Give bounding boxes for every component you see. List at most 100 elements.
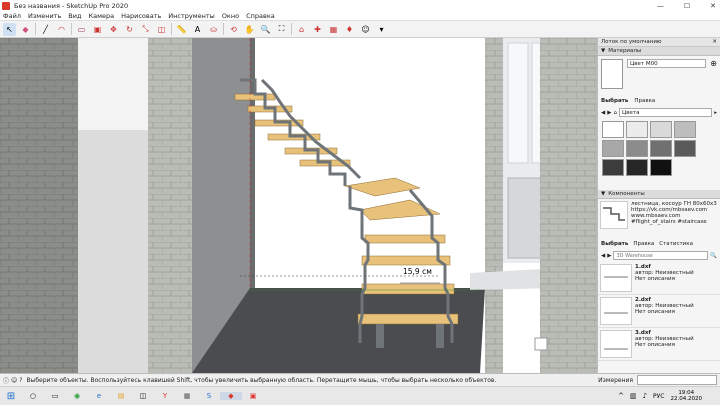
list-item[interactable]: 3.dxf автор: Неизвестный Нет описания (598, 328, 720, 361)
color-swatch[interactable] (650, 140, 672, 157)
window-title: Без названия - SketchUp Pro 2020 (14, 1, 129, 10)
account-icon[interactable]: ☺ (359, 23, 372, 36)
tab-edit-materials[interactable]: Правка (634, 98, 655, 104)
close-button[interactable]: ✕ (710, 2, 716, 10)
user-icon[interactable]: ☺ (11, 377, 17, 384)
clock[interactable]: 19:04 22.04.2020 (671, 390, 703, 402)
menu-view[interactable]: Вид (68, 12, 81, 20)
explorer-icon[interactable]: ▤ (110, 392, 132, 400)
ruby-icon[interactable]: ♦ (343, 23, 356, 36)
pushpull-tool-icon[interactable]: ▣ (91, 23, 104, 36)
modeling-viewport[interactable]: 15,9 см (0, 38, 597, 373)
forward-icon[interactable]: ▶ (607, 110, 611, 116)
measurements-field[interactable] (637, 375, 717, 385)
material-preview-row: Цвет М00 ⊕ (598, 56, 720, 96)
offset-tool-icon[interactable]: ◫ (155, 23, 168, 36)
component-thumb-icon (600, 330, 632, 358)
list-item[interactable]: 1.dxf автор: Неизвестный Нет описания (598, 262, 720, 295)
tab-edit-components[interactable]: Правка (633, 241, 654, 247)
tab-select-materials[interactable]: Выбрать (601, 98, 628, 104)
components-section-header[interactable]: ▼ Компоненты (598, 190, 720, 199)
warehouse-icon[interactable]: ⌂ (295, 23, 308, 36)
menu-window[interactable]: Окно (222, 12, 239, 20)
search-icon[interactable]: 🔍 (710, 253, 717, 259)
color-swatch[interactable] (602, 140, 624, 157)
home-icon[interactable]: ⌂ (613, 110, 617, 116)
windows-start-icon[interactable]: ⊞ (0, 391, 22, 402)
list-item[interactable]: 2.dxf автор: Неизвестный Нет описания (598, 295, 720, 328)
toolbar-separator (223, 23, 224, 35)
color-swatch[interactable] (602, 159, 624, 176)
select-tool-icon[interactable]: ↖ (3, 22, 16, 36)
material-name-field[interactable]: Цвет М00 (627, 59, 707, 68)
menu-help[interactable]: Справка (246, 12, 275, 20)
network-icon[interactable]: ▥ (630, 392, 637, 400)
eraser-tool-icon[interactable]: ◆ (19, 23, 32, 36)
menu-draw[interactable]: Нарисовать (121, 12, 161, 20)
material-category-select[interactable]: Цвета (618, 108, 713, 117)
taskbar: ⊞ ○ ▭ ◉ e ▤ ◫ Y ▦ S ◆ ▣ ^ ▥ ♪ РУС 19:04 … (0, 386, 720, 405)
selected-component: лестница, косоур ГН 80х60х3 https://vk.c… (598, 199, 720, 239)
help-icon[interactable]: ? (19, 377, 22, 384)
details-icon[interactable]: ▸ (714, 110, 717, 116)
color-swatch[interactable] (626, 121, 648, 138)
tab-statistics[interactable]: Статистика (659, 241, 693, 247)
menu-file[interactable]: Файл (3, 12, 21, 20)
info-icon[interactable]: ⓘ (3, 376, 9, 385)
arc-tool-icon[interactable]: ◠ (55, 23, 68, 36)
scale-tool-icon[interactable]: ⤡ (139, 23, 152, 36)
tray-arrow-icon[interactable]: ^ (618, 392, 624, 400)
menu-camera[interactable]: Камера (88, 12, 114, 20)
extension-warehouse-icon[interactable]: ✚ (311, 23, 324, 36)
default-tray: Лоток по умолчанию ✕ ▼ Материалы Цвет М0… (597, 38, 720, 373)
status-bar: ⓘ ☺ ? Выберите объекты. Воспользуйтесь к… (0, 373, 720, 386)
chrome-icon[interactable]: ◉ (66, 392, 88, 400)
color-swatch[interactable] (602, 121, 624, 138)
component-thumb-icon (600, 297, 632, 325)
rectangle-tool-icon[interactable]: ▭ (75, 23, 88, 36)
back-icon[interactable]: ◀ (601, 253, 605, 259)
color-swatch[interactable] (650, 159, 672, 176)
orbit-tool-icon[interactable]: ⟲ (227, 23, 240, 36)
create-material-icon[interactable]: ⊕ (710, 59, 717, 93)
edge-icon[interactable]: e (88, 392, 110, 400)
back-icon[interactable]: ◀ (601, 110, 605, 116)
component-thumbnail (600, 201, 628, 229)
menu-edit[interactable]: Изменить (28, 12, 61, 20)
tab-select-components[interactable]: Выбрать (601, 241, 628, 247)
color-swatch[interactable] (674, 121, 696, 138)
warehouse-search-input[interactable] (613, 251, 709, 260)
paint-bucket-icon[interactable]: ⛀ (207, 23, 220, 36)
text-tool-icon[interactable]: A (191, 23, 204, 36)
search-icon[interactable]: ○ (22, 392, 44, 400)
menu-tools[interactable]: Инструменты (168, 12, 215, 20)
zoom-extents-icon[interactable]: ⛶ (275, 23, 288, 36)
skype-icon[interactable]: S (198, 392, 220, 400)
app-icon[interactable]: ▣ (242, 392, 264, 400)
pan-tool-icon[interactable]: ✋ (243, 23, 256, 36)
minimize-button[interactable]: — (657, 2, 664, 10)
app-icon[interactable]: ▦ (176, 392, 198, 400)
zoom-tool-icon[interactable]: 🔍 (259, 23, 272, 36)
store-icon[interactable]: ◫ (132, 392, 154, 400)
color-swatch[interactable] (626, 140, 648, 157)
layout-icon[interactable]: ▦ (327, 23, 340, 36)
rotate-tool-icon[interactable]: ↻ (123, 23, 136, 36)
tape-measure-icon[interactable]: 📏 (175, 23, 188, 36)
volume-icon[interactable]: ♪ (643, 392, 647, 400)
tray-close-icon[interactable]: ✕ (712, 39, 717, 45)
language-indicator[interactable]: РУС (653, 393, 664, 400)
color-swatch[interactable] (674, 140, 696, 157)
dropdown-icon[interactable]: ▾ (375, 23, 388, 36)
color-swatch[interactable] (650, 121, 672, 138)
color-swatch[interactable] (626, 159, 648, 176)
task-view-icon[interactable]: ▭ (44, 392, 66, 400)
forward-icon[interactable]: ▶ (607, 253, 611, 259)
materials-section-header[interactable]: ▼ Материалы (598, 47, 720, 56)
line-tool-icon[interactable]: ╱ (39, 23, 52, 36)
yandex-icon[interactable]: Y (154, 392, 176, 400)
tray-title: Лоток по умолчанию (601, 39, 662, 45)
maximize-button[interactable]: ☐ (684, 2, 690, 10)
sketchup-taskbar-icon[interactable]: ◆ (220, 392, 242, 400)
move-tool-icon[interactable]: ✥ (107, 23, 120, 36)
